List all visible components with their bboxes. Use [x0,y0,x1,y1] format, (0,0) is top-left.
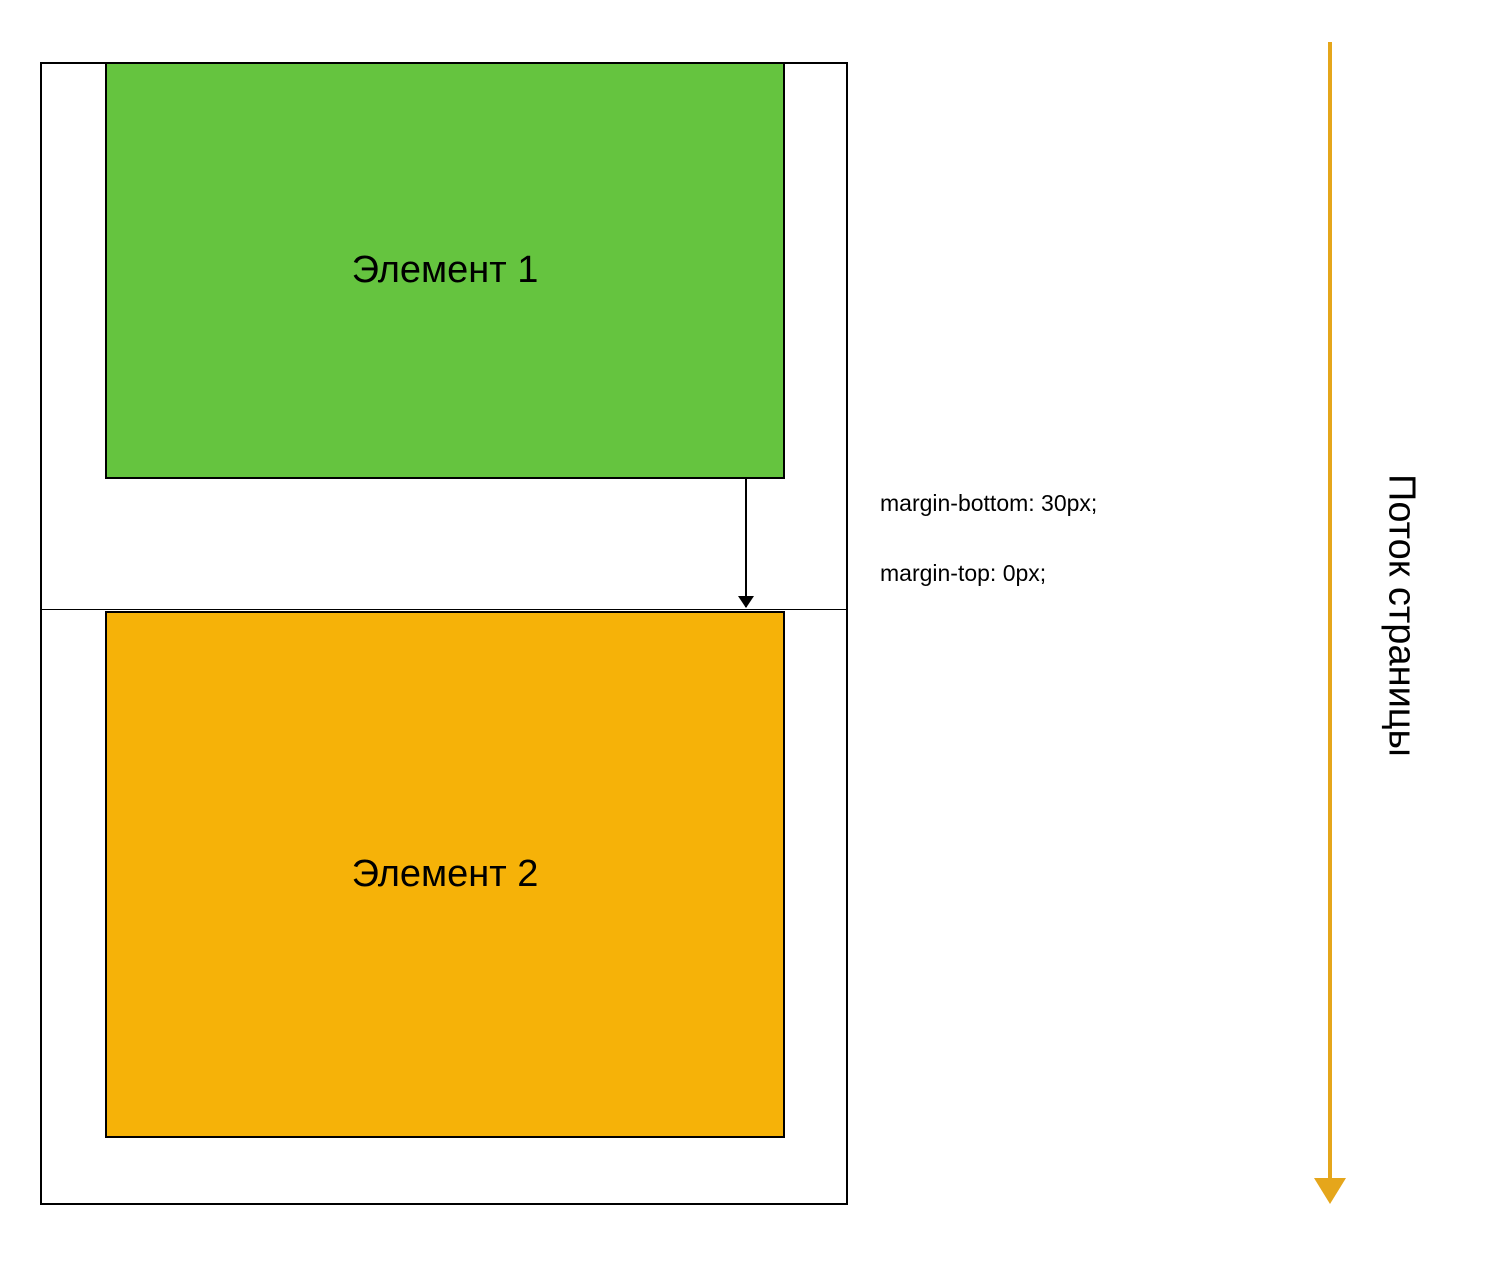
element-2-box: Элемент 2 [105,611,785,1138]
margin-top-label: margin-top: 0px; [880,560,1046,587]
flow-arrow-line-icon [1328,42,1332,1180]
element-2-label: Элемент 2 [352,853,539,896]
element-1-box: Элемент 1 [105,62,785,479]
margin-bottom-label: margin-bottom: 30px; [880,490,1097,517]
diagram-stage: Элемент 1 Элемент 2 margin-bottom: 30px;… [0,0,1485,1267]
flow-arrow-head-icon [1314,1178,1346,1204]
element-1-label: Элемент 1 [352,249,539,292]
flow-label: Поток страницы [1382,315,1420,915]
margin-arrow-icon [745,479,747,607]
